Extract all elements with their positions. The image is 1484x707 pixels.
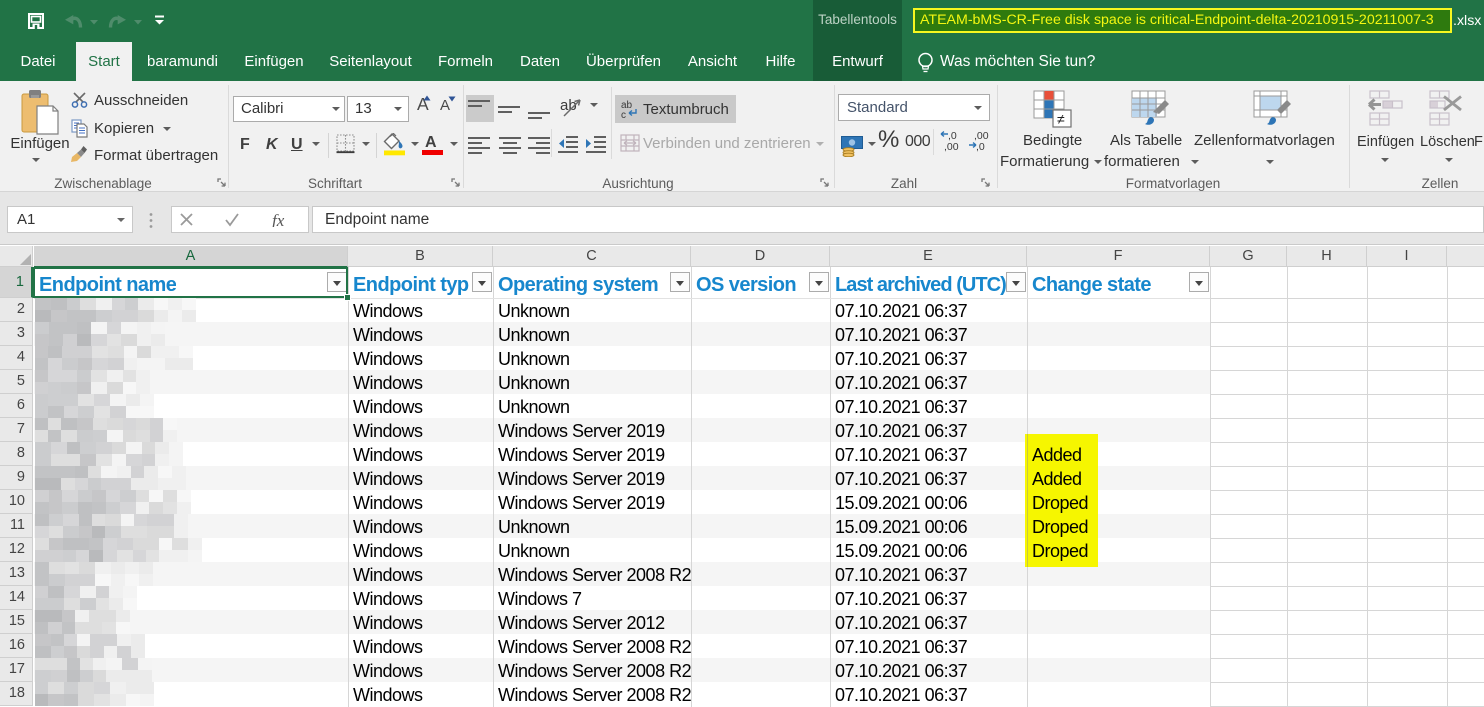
svg-text:c: c bbox=[621, 110, 626, 119]
svg-text:fx: fx bbox=[272, 213, 285, 227]
svg-text:,0: ,0 bbox=[976, 141, 985, 152]
svg-text:,00: ,00 bbox=[944, 141, 959, 152]
svg-text:≠: ≠ bbox=[1057, 111, 1065, 127]
